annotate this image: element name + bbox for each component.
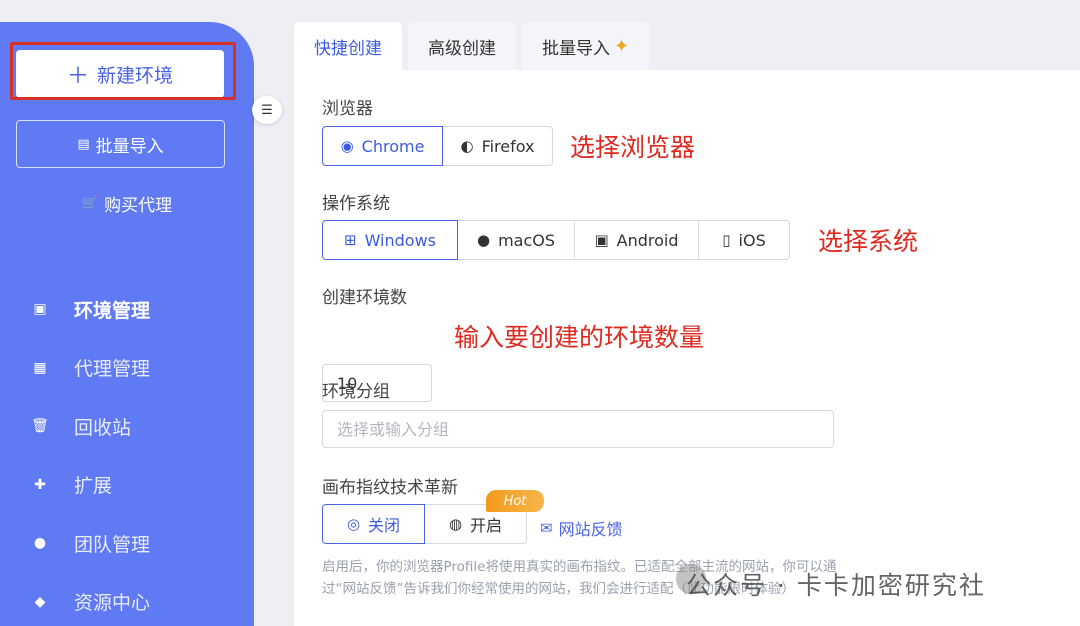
os-option-label: macOS <box>498 230 556 250</box>
main-content: 快捷创建 高级创建 批量导入 ✦ 浏览器 ◉ Chrome ◐ Firefox 选… <box>294 22 1080 626</box>
chrome-icon: ◉ <box>340 137 354 155</box>
new-environment-button[interactable]: ＋ 新建环境 <box>16 50 224 98</box>
team-icon: ● <box>33 535 47 552</box>
server-icon: ▦ <box>33 359 47 376</box>
cart-icon: 🛒 <box>81 195 99 211</box>
plus-icon: ＋ <box>66 64 89 89</box>
sidebar-item-label: 代理管理 <box>74 358 151 381</box>
new-environment-label: 新建环境 <box>97 64 174 87</box>
android-icon: ▣ <box>594 231 609 249</box>
sidebar-item-resources[interactable]: ◆ 资源中心 <box>0 573 254 626</box>
browser-label: 浏览器 <box>322 99 373 119</box>
sidebar-item-label: 团队管理 <box>74 533 151 556</box>
fingerprint-icon: ◍ <box>448 515 463 533</box>
phone-icon: ▯ <box>722 231 731 249</box>
sidebar-item-environments[interactable]: ▣ 环境管理 <box>0 280 254 339</box>
os-windows-button[interactable]: ⊞ Windows <box>322 220 458 260</box>
os-ios-button[interactable]: ▯ iOS <box>698 220 790 260</box>
collapse-icon: ☰ <box>261 102 273 118</box>
os-selector: ⊞ Windows ● macOS ▣ Android ▯ iOS <box>322 220 790 260</box>
canvas-off-button[interactable]: ◎ 关闭 <box>322 504 425 544</box>
tab-label: 高级创建 <box>428 38 496 59</box>
browser-option-label: Firefox <box>481 136 535 156</box>
group-label: 环境分组 <box>322 382 390 402</box>
batch-import-button[interactable]: ▤ 批量导入 <box>16 120 225 168</box>
sidebar-item-team[interactable]: ● 团队管理 <box>0 514 254 573</box>
buy-proxy-link[interactable]: 🛒 购买代理 <box>0 188 254 218</box>
os-option-label: iOS <box>738 230 766 250</box>
tab-label: 快捷创建 <box>314 38 382 59</box>
document-icon: ▤ <box>77 136 90 152</box>
canvas-option-label: 开启 <box>470 516 503 535</box>
sidebar-item-extensions[interactable]: ✚ 扩展 <box>0 456 254 515</box>
os-android-button[interactable]: ▣ Android <box>574 220 699 260</box>
browser-annotation: 选择浏览器 <box>570 133 696 162</box>
os-option-label: Windows <box>364 230 436 250</box>
tab-advanced-create[interactable]: 高级创建 <box>408 22 516 70</box>
sidebar: ＋ 新建环境 ▤ 批量导入 🛒 购买代理 ▣ 环境管理 ▦ 代理管理 🗑 回收站… <box>0 22 254 626</box>
sidebar-item-recycle-bin[interactable]: 🗑 回收站 <box>0 397 254 456</box>
sidebar-item-label: 环境管理 <box>74 299 151 322</box>
os-option-label: Android <box>616 230 679 250</box>
canvas-option-label: 关闭 <box>368 516 401 535</box>
feedback-label: 网站反馈 <box>558 520 623 539</box>
os-annotation: 选择系统 <box>818 227 919 256</box>
cube-icon: ◆ <box>34 593 46 610</box>
sparkle-icon: ✦ <box>614 35 630 57</box>
apple-icon: ● <box>476 231 491 249</box>
mail-icon: ✉ <box>540 519 553 537</box>
tab-label: 批量导入 <box>542 38 610 59</box>
windows-icon: ⊞ <box>344 231 357 249</box>
group-input[interactable] <box>322 410 834 448</box>
browser-firefox-button[interactable]: ◐ Firefox <box>442 126 553 166</box>
tab-quick-create[interactable]: 快捷创建 <box>294 22 402 70</box>
website-feedback-link[interactable]: ✉ 网站反馈 <box>540 516 623 540</box>
buy-proxy-label: 购买代理 <box>104 195 173 216</box>
browser-selector: ◉ Chrome ◐ Firefox <box>322 126 553 166</box>
trash-icon: 🗑 <box>31 418 49 435</box>
hot-badge: Hot <box>486 490 544 512</box>
browser-chrome-button[interactable]: ◉ Chrome <box>322 126 443 166</box>
count-annotation: 输入要创建的环境数量 <box>454 323 705 352</box>
tab-batch-import[interactable]: 批量导入 ✦ <box>522 22 650 70</box>
count-label: 创建环境数 <box>322 288 407 308</box>
sidebar-item-label: 扩展 <box>74 475 113 498</box>
os-macos-button[interactable]: ● macOS <box>457 220 575 260</box>
quick-create-panel: 浏览器 ◉ Chrome ◐ Firefox 选择浏览器 操作系统 ⊞ Wind… <box>294 70 1080 626</box>
sidebar-item-label: 回收站 <box>74 416 132 439</box>
puzzle-icon: ✚ <box>34 476 46 493</box>
watermark: 公众号 · 卡卡加密研究社 <box>686 571 986 600</box>
browser-option-label: Chrome <box>361 136 425 156</box>
firefox-icon: ◐ <box>460 137 474 155</box>
monitor-icon: ▣ <box>33 301 47 318</box>
fingerprint-icon: ◎ <box>346 515 361 533</box>
sidebar-item-proxies[interactable]: ▦ 代理管理 <box>0 339 254 398</box>
create-tabs: 快捷创建 高级创建 批量导入 ✦ <box>294 22 655 70</box>
canvas-fingerprint-label: 画布指纹技术革新 <box>322 478 458 498</box>
collapse-sidebar-button[interactable]: ☰ <box>252 96 282 124</box>
os-label: 操作系统 <box>322 194 390 214</box>
sidebar-nav: ▣ 环境管理 ▦ 代理管理 🗑 回收站 ✚ 扩展 ● 团队管理 ◆ 资源中心 <box>0 280 254 626</box>
batch-import-label: 批量导入 <box>95 136 164 157</box>
sidebar-item-label: 资源中心 <box>74 592 151 615</box>
